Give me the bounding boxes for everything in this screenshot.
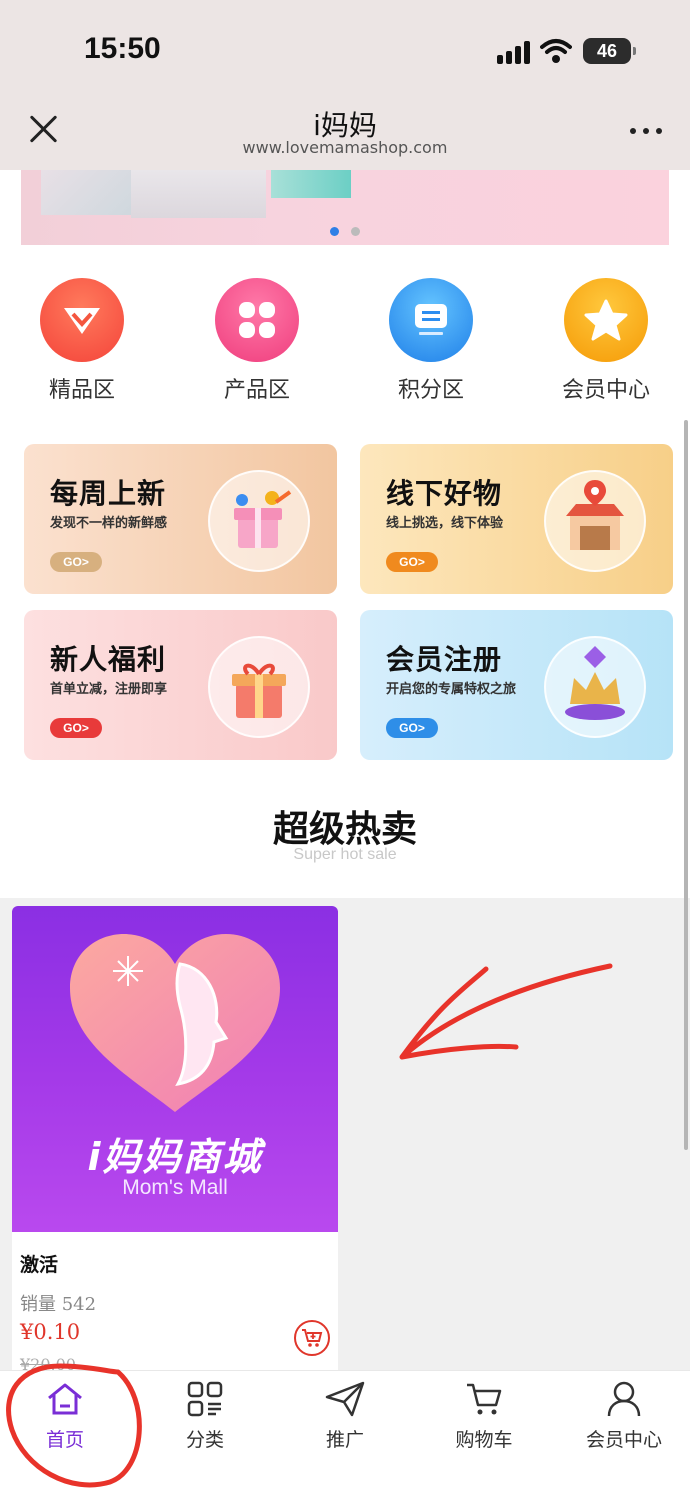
banner-product-box [131,170,266,218]
tab-home[interactable]: 首页 [0,1379,135,1452]
hot-sale-subtitle: Super hot sale [293,846,397,863]
product-brand-en: Mom's Mall [122,1176,228,1199]
category-label: 会员中心 [561,378,650,403]
category-label: 产品区 [223,378,290,403]
category-jifen[interactable]: 积分区 [376,278,486,404]
top-bar: 15:50 46 i妈妈 www.lovemamashop.com [0,0,690,170]
gift-image [208,636,310,738]
hot-sale-title: 超级热卖 [272,808,417,850]
card-icon [389,278,473,362]
bottom-tab-bar: 首页 分类 推广 购物车 会员中心 [0,1370,690,1491]
tab-label: 购物车 [455,1429,513,1451]
diamond-icon [40,278,124,362]
page-url: www.lovemamashop.com [242,138,448,157]
category-huiyuan[interactable]: 会员中心 [551,278,661,404]
promo-subtitle: 发现不一样的新鲜感 [50,516,168,531]
tab-promote[interactable]: 推广 [275,1379,415,1452]
grid-icon [135,1379,275,1419]
category-chanpin[interactable]: 产品区 [202,278,312,404]
promo-subtitle: 线上挑选，线下体验 [386,516,504,531]
cart-plus-icon [302,1329,323,1347]
go-button[interactable]: GO> [386,718,438,738]
product-name: 激活 [20,1254,59,1276]
promo-subtitle: 开启您的专属特权之旅 [386,682,517,697]
carousel-dot[interactable] [351,227,360,236]
product-image: i妈妈商城 Mom's Mall [12,906,338,1232]
go-button[interactable]: GO> [50,552,102,572]
gift-box-image [208,470,310,572]
banner-carousel[interactable] [21,170,669,245]
product-brand: i妈妈商城 [87,1135,263,1179]
tab-label: 会员中心 [585,1429,662,1451]
user-icon [554,1379,690,1419]
scrollbar[interactable] [684,420,688,1150]
category-label: 积分区 [397,378,464,403]
status-time: 15:50 [84,32,161,65]
more-options-icon[interactable] [630,128,664,134]
promo-title: 线下好物 [386,477,503,510]
tab-label: 分类 [185,1429,224,1451]
star-icon [564,278,648,362]
carousel-dot-active[interactable] [330,227,339,236]
wifi-icon [540,39,572,63]
vip-crown-image [544,636,646,738]
promo-title: 每周上新 [50,477,167,510]
category-jingpin[interactable]: 精品区 [27,278,137,404]
clover-icon [215,278,299,362]
promo-card-offline-goods[interactable]: 线下好物 线上挑选，线下体验 GO> [360,444,673,594]
category-label: 精品区 [48,378,115,403]
promo-title: 新人福利 [50,643,167,676]
battery-icon: 46 [583,38,636,64]
cellular-signal-icon [497,40,533,64]
tab-label: 首页 [45,1429,84,1451]
tab-member-center[interactable]: 会员中心 [554,1379,690,1452]
tab-cart[interactable]: 购物车 [414,1379,554,1452]
promo-card-newcomer-benefit[interactable]: 新人福利 首单立减，注册即享 GO> [24,610,337,760]
promo-title: 会员注册 [386,643,503,676]
tab-category[interactable]: 分类 [135,1379,275,1452]
tab-label: 推广 [325,1429,364,1451]
product-price: ¥0.10 [20,1320,81,1344]
promo-card-weekly-new[interactable]: 每周上新 发现不一样的新鲜感 GO> [24,444,337,594]
product-sales: 销量 542 [20,1294,97,1315]
go-button[interactable]: GO> [50,718,102,738]
promo-subtitle: 首单立减，注册即享 [50,682,168,697]
product-card[interactable]: i妈妈商城 Mom's Mall 激活 销量 542 ¥0.10 ¥20.00 [12,906,338,1376]
cart-icon [414,1379,554,1419]
add-to-cart-button[interactable] [294,1320,330,1356]
banner-product-box [271,170,351,198]
shop-image [544,470,646,572]
paper-plane-icon [275,1379,415,1419]
banner-product-box [41,170,131,215]
home-icon [0,1379,135,1419]
go-button[interactable]: GO> [386,552,438,572]
promo-card-member-register[interactable]: 会员注册 开启您的专属特权之旅 GO> [360,610,673,760]
